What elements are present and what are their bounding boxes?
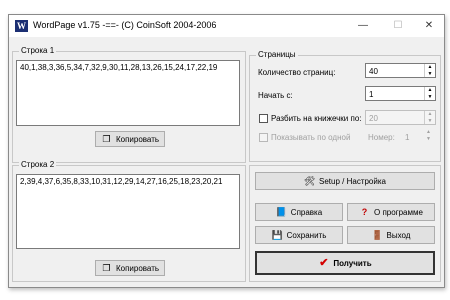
show-one-label: Показывать по одной [271, 133, 351, 142]
row2-copy-button[interactable]: ❐ Копировать [95, 260, 165, 276]
spin-up-icon[interactable]: ▲ [425, 64, 435, 71]
title-bar: W WordPage v1.75 -==- (C) CoinSoft 2004-… [9, 15, 444, 37]
number-label: Номер: [368, 133, 395, 142]
checkmark-icon: ✔ [319, 256, 329, 269]
split-checkbox[interactable] [259, 114, 268, 123]
maximize-button[interactable]: ☐ [386, 15, 410, 37]
spin-up-icon[interactable]: ▲ [425, 111, 435, 118]
floppy-disk-icon: 💾 [271, 229, 283, 240]
help-label: Справка [290, 207, 323, 217]
copy-icon: ❐ [102, 133, 111, 144]
number-spin-arrows[interactable]: ▲ ▼ [424, 129, 433, 143]
page-count-label: Количество страниц: [258, 68, 336, 77]
get-button[interactable]: ✔ Получить [255, 251, 435, 275]
help-button[interactable]: 📘 Справка [255, 203, 343, 221]
help-book-icon: 📘 [275, 206, 288, 217]
minimize-button[interactable]: — [351, 15, 375, 37]
question-mark-icon: ? [361, 206, 368, 217]
row2-copy-label: Копировать [115, 263, 160, 273]
spin-down-icon[interactable]: ▼ [425, 94, 435, 101]
row1-label: Строка 1 [19, 46, 57, 55]
spin-up-icon[interactable]: ▲ [425, 87, 435, 94]
row1-copy-label: Копировать [115, 134, 160, 144]
about-label: О программе [374, 207, 423, 217]
row1-group: Строка 1 40,1,38,3,36,5,34,7,32,9,30,11,… [12, 46, 246, 163]
split-label: Разбить на книжечки по: [271, 114, 362, 123]
spin-down-icon[interactable]: ▼ [425, 71, 435, 78]
exit-label: Выход [386, 230, 411, 240]
split-spinner[interactable]: 20 ▲ ▼ [365, 110, 436, 125]
window-title: WordPage v1.75 -==- (C) CoinSoft 2004-20… [33, 20, 217, 30]
start-value: 1 [369, 90, 374, 99]
get-label: Получить [333, 258, 372, 268]
row2-group: Строка 2 2,39,4,37,6,35,8,33,10,31,12,29… [12, 160, 246, 282]
about-button[interactable]: ? О программе [347, 203, 435, 221]
number-value: 1 [405, 133, 410, 142]
spin-down-icon[interactable]: ▼ [425, 118, 435, 125]
exit-button[interactable]: 🚪 Выход [347, 226, 435, 244]
save-label: Сохранить [286, 230, 327, 240]
close-button[interactable]: ✕ [417, 15, 441, 37]
setup-tools-icon: 🛠 [304, 175, 316, 186]
page-count-spinner[interactable]: 40 ▲ ▼ [365, 63, 436, 78]
setup-button[interactable]: 🛠 Setup / Настройка [255, 172, 435, 190]
save-button[interactable]: 💾 Сохранить [255, 226, 343, 244]
pages-group: Страницы Количество страниц: 40 ▲ ▼ Начат… [249, 50, 441, 162]
main-window: W WordPage v1.75 -==- (C) CoinSoft 2004-… [8, 14, 445, 288]
show-one-checkbox[interactable] [259, 133, 268, 142]
start-spinner[interactable]: 1 ▲ ▼ [365, 86, 436, 101]
row1-textarea[interactable]: 40,1,38,3,36,5,34,7,32,9,30,11,28,13,26,… [16, 60, 240, 126]
row2-textarea[interactable]: 2,39,4,37,6,35,8,33,10,31,12,29,14,27,16… [16, 174, 240, 249]
row2-label: Строка 2 [19, 160, 57, 169]
setup-label: Setup / Настройка [319, 176, 386, 186]
page-count-value: 40 [369, 67, 378, 76]
app-icon: W [15, 20, 28, 32]
row1-copy-button[interactable]: ❐ Копировать [95, 131, 165, 147]
split-value: 20 [369, 114, 378, 123]
copy-icon: ❐ [102, 262, 111, 273]
exit-door-icon: 🚪 [371, 229, 383, 240]
pages-label: Страницы [256, 50, 298, 59]
start-label: Начать с: [258, 91, 293, 100]
actions-group: 🛠 Setup / Настройка 📘 Справка ? О програ… [249, 165, 441, 282]
